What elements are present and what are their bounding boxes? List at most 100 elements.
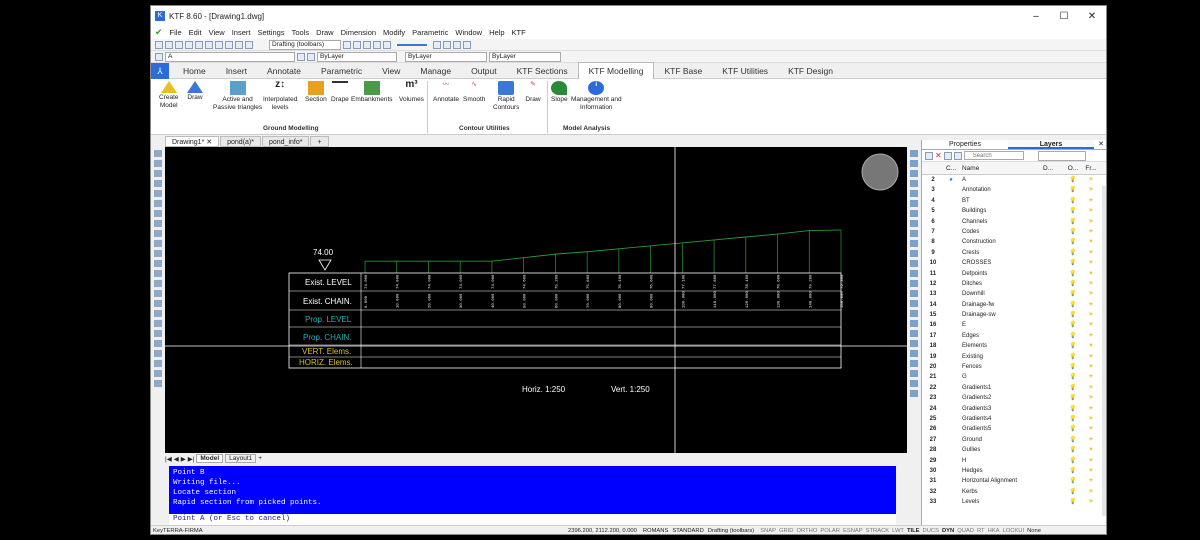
rectangle-tool-icon[interactable] [154, 190, 162, 197]
lightbulb-icon[interactable]: 💡 [1063, 206, 1083, 216]
layer-row[interactable]: 16 E 💡 ☀ [922, 320, 1106, 330]
current-layer-icon[interactable] [943, 151, 952, 160]
help-icon[interactable] [245, 40, 253, 49]
tab-home[interactable]: Home [173, 63, 216, 79]
layer-row[interactable]: 30 Hedges 💡 ☀ [922, 466, 1106, 476]
lightbulb-icon[interactable]: 💡 [1063, 310, 1083, 320]
mirror-tool-icon[interactable] [154, 330, 162, 337]
lightbulb-icon[interactable]: 💡 [1063, 424, 1083, 434]
layer-row[interactable]: 20 Fences 💡 ☀ [922, 362, 1106, 372]
rt-toggle[interactable]: RT [977, 528, 985, 534]
layer-filter-select[interactable] [1037, 150, 1086, 161]
annotation-scale-status[interactable]: None [1027, 528, 1041, 534]
trim-tool-icon[interactable] [154, 350, 162, 357]
lightbulb-icon[interactable]: 💡 [1063, 476, 1083, 486]
circle-tool-icon[interactable] [154, 180, 162, 187]
layout-tab-layout1[interactable]: Layout1 [225, 454, 257, 463]
layer-row[interactable]: 25 Gradients4 💡 ☀ [922, 414, 1106, 424]
layer-row[interactable]: 6 Channels 💡 ☀ [922, 217, 1106, 227]
menu-parametric[interactable]: Parametric [412, 28, 448, 37]
tab-ktf-base[interactable]: KTF Base [654, 63, 712, 79]
layer-prev-icon[interactable] [297, 52, 305, 61]
sun-icon[interactable]: ☀ [1083, 404, 1099, 414]
snap-quadrant-icon[interactable] [910, 190, 918, 197]
lightbulb-icon[interactable]: 💡 [1063, 466, 1083, 476]
sun-icon[interactable]: ☀ [1083, 300, 1099, 310]
menu-settings[interactable]: Settings [257, 28, 284, 37]
esnap-toggle[interactable]: ESNAP [843, 528, 863, 534]
menu-modify[interactable]: Modify [383, 28, 405, 37]
draw-contours-button[interactable]: ✎ Draw [525, 81, 541, 104]
point-tool-icon[interactable] [154, 240, 162, 247]
dim-style-status[interactable]: STANDARD [672, 528, 703, 534]
menu-view[interactable]: View [209, 28, 225, 37]
tab-ktf-modelling[interactable]: KTF Modelling [577, 62, 655, 79]
lightbulb-icon[interactable]: 💡 [1063, 320, 1083, 330]
smooth-button[interactable]: ∿ Smooth [463, 81, 485, 104]
layer-row[interactable]: 31 Horizontal Alignment 💡 ☀ [922, 476, 1106, 486]
ortho-toggle[interactable]: ORTHO [797, 528, 818, 534]
dim-style-icon[interactable] [910, 390, 918, 397]
layer-row[interactable]: 18 Elements 💡 ☀ [922, 341, 1106, 351]
sun-icon[interactable]: ☀ [1083, 289, 1099, 299]
sun-icon[interactable]: ☀ [1083, 175, 1099, 185]
calc-icon[interactable] [463, 40, 471, 49]
block-tool-icon[interactable] [154, 230, 162, 237]
grid-icon[interactable] [453, 40, 461, 49]
scale-tool-icon[interactable] [154, 320, 162, 327]
layer-row[interactable]: 24 Gradients3 💡 ☀ [922, 404, 1106, 414]
lightbulb-icon[interactable]: 💡 [1063, 279, 1083, 289]
dyn-toggle[interactable]: DYN [942, 528, 954, 534]
next-layout-icon[interactable]: ▶ [181, 455, 186, 463]
new-tab-button[interactable]: + [310, 136, 329, 147]
last-layout-icon[interactable]: ▶| [188, 455, 195, 463]
rapid-contours-button[interactable]: Rapid Contours [493, 81, 519, 112]
snap-endpoint-icon[interactable] [910, 150, 918, 157]
snap-none-icon[interactable] [910, 280, 918, 287]
cut-icon[interactable] [195, 40, 203, 49]
menu-edit[interactable]: Edit [189, 28, 202, 37]
menu-draw[interactable]: Draw [316, 28, 334, 37]
tile-toggle[interactable]: TILE [907, 528, 920, 534]
lightbulb-icon[interactable]: 💡 [1063, 258, 1083, 268]
maximize-icon[interactable]: ☐ [1050, 11, 1078, 22]
zoom-window-icon[interactable] [363, 40, 371, 49]
menu-ktf[interactable]: KTF [512, 28, 526, 37]
layer-row[interactable]: 8 Construction 💡 ☀ [922, 237, 1106, 247]
properties-icon[interactable] [433, 40, 441, 49]
close-tab-icon[interactable]: ✕ [206, 139, 212, 146]
lightbulb-icon[interactable]: 💡 [1063, 383, 1083, 393]
dim-linear-icon[interactable] [910, 300, 918, 307]
sun-icon[interactable]: ☀ [1083, 372, 1099, 382]
lineweight-select[interactable]: ByLayer [489, 51, 561, 62]
sun-icon[interactable]: ☀ [1083, 196, 1099, 206]
lockui-toggle[interactable]: LOCKUI [1003, 528, 1025, 534]
col-on[interactable]: O... [1063, 162, 1083, 174]
layer-row[interactable]: 7 Codes 💡 ☀ [922, 227, 1106, 237]
polyline-tool-icon[interactable] [154, 160, 162, 167]
tab-manage[interactable]: Manage [410, 63, 461, 79]
tab-layers[interactable]: Layers [1008, 140, 1094, 149]
text-style-status[interactable]: ROMANS [643, 528, 668, 534]
sun-icon[interactable]: ☀ [1083, 258, 1099, 268]
snap-settings-icon[interactable] [910, 290, 918, 297]
line-tool-icon[interactable] [154, 150, 162, 157]
lightbulb-icon[interactable]: 💡 [1063, 248, 1083, 258]
grid-toggle[interactable]: GRID [779, 528, 794, 534]
lightbulb-icon[interactable]: 💡 [1063, 217, 1083, 227]
sun-icon[interactable]: ☀ [1083, 435, 1099, 445]
sun-icon[interactable]: ☀ [1083, 185, 1099, 195]
sun-icon[interactable]: ☀ [1083, 466, 1099, 476]
minimize-icon[interactable]: – [1022, 11, 1050, 22]
layer-row[interactable]: 26 Gradients5 💡 ☀ [922, 424, 1106, 434]
snap-toggle[interactable]: SNAP [760, 528, 776, 534]
first-layout-icon[interactable]: |◀ [165, 455, 172, 463]
layer-row[interactable]: 5 Buildings 💡 ☀ [922, 206, 1106, 216]
sun-icon[interactable]: ☀ [1083, 320, 1099, 330]
layer-match-icon[interactable] [307, 52, 315, 61]
snap-apparent-icon[interactable] [910, 260, 918, 267]
sun-icon[interactable]: ☀ [1083, 487, 1099, 497]
erase-tool-icon[interactable] [154, 380, 162, 387]
lightbulb-icon[interactable]: 💡 [1063, 289, 1083, 299]
menu-window[interactable]: Window [455, 28, 482, 37]
